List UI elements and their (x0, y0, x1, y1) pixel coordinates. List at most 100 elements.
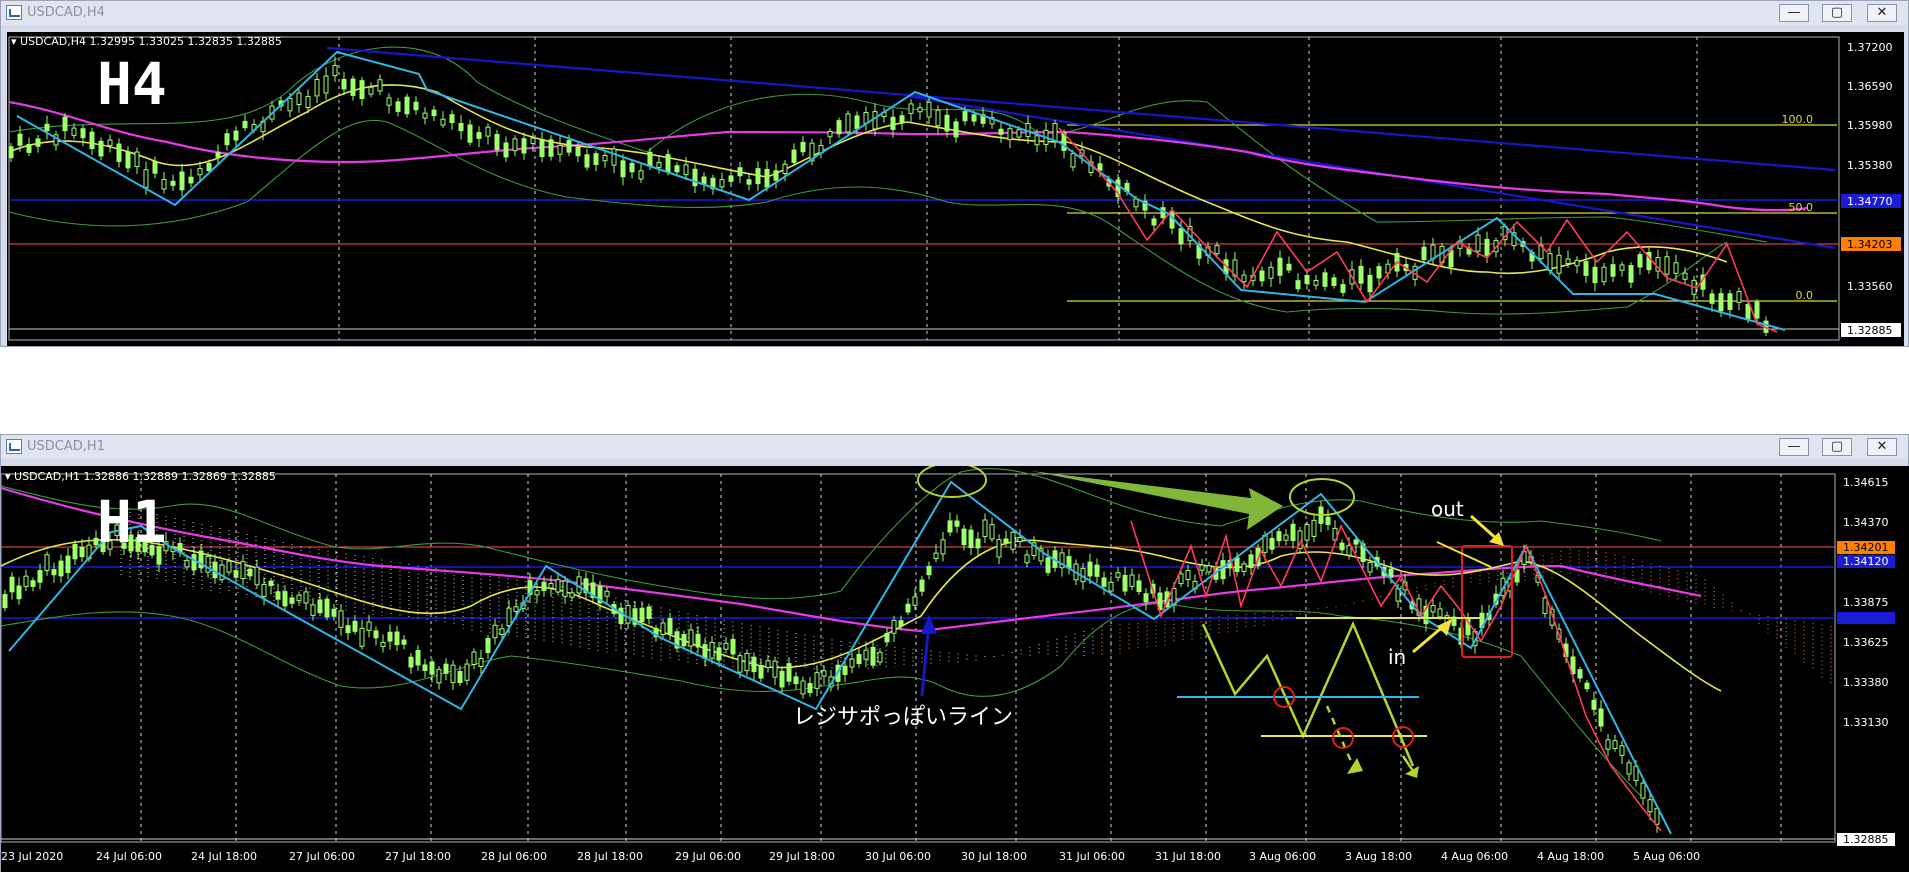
resistance-support-note: レジサポっぽいライン (793, 705, 1013, 730)
candle-body (373, 630, 379, 639)
candle-body (503, 142, 509, 158)
candle-body (30, 580, 36, 587)
h1-candles (2, 501, 1660, 833)
candle-body (1628, 265, 1634, 283)
candle-body (350, 78, 356, 96)
candle-body (1647, 799, 1653, 813)
candle-body (854, 115, 860, 129)
candle-body (998, 128, 1004, 135)
candle-body (8, 146, 14, 159)
candle-body (1101, 577, 1107, 587)
h1-chart-canvas[interactable]: out in レジサポっぽいライン H1 ▾ USDCAD,H1 1.32886… (0, 462, 1909, 872)
candle-body (467, 124, 473, 143)
h1-price-tick: 1.33380 (1843, 676, 1889, 689)
h1-time-tick: 4 Aug 18:00 (1537, 850, 1604, 863)
candle-body (800, 680, 806, 695)
candle-body (539, 139, 545, 158)
candle-body (638, 170, 644, 180)
candle-body (492, 624, 498, 639)
candle-body (1612, 740, 1618, 750)
candle-body (51, 569, 57, 576)
h1-time-tick: 23 Jul 2020 (1, 850, 63, 863)
h1-time-tick: 27 Jul 18:00 (385, 850, 451, 863)
peak-ellipse-left (917, 462, 987, 498)
candle-body (530, 137, 536, 144)
candle-body (65, 555, 71, 573)
h4-price-tick: 1.33560 (1847, 280, 1893, 293)
candle-body (478, 657, 484, 667)
candle-body (9, 576, 15, 593)
candle-body (1045, 557, 1051, 573)
h1-price-tick: 1.34370 (1843, 516, 1889, 529)
h1-restore-button[interactable]: ▢ (1822, 438, 1852, 456)
candle-body (1682, 272, 1688, 280)
candle-body (584, 154, 590, 168)
candle-body (1108, 581, 1114, 592)
h1-close-button[interactable]: ✕ (1867, 438, 1897, 456)
h4-restore-button[interactable]: ▢ (1822, 4, 1852, 22)
candle-body (971, 114, 977, 122)
candle-body (188, 176, 194, 184)
chart-window-icon (6, 5, 22, 20)
candle-body (289, 597, 295, 604)
h4-close-button[interactable]: ✕ (1867, 4, 1897, 22)
candle-body (1311, 519, 1317, 537)
candle-body (261, 583, 267, 597)
candle-body (751, 656, 757, 673)
candle-body (1421, 246, 1427, 261)
candle-body (534, 590, 540, 596)
h4-ma-slow (8, 100, 1808, 212)
candle-body (58, 560, 64, 577)
candle-body (562, 580, 568, 597)
h4-chart-window: USDCAD,H4 — ▢ ✕ H4 ▾ USDCAD,H4 1.32995 1… (0, 0, 1909, 347)
candle-body (1277, 257, 1283, 276)
h4-titlebar[interactable]: USDCAD,H4 — ▢ ✕ (1, 1, 1908, 25)
candle-body (1178, 573, 1184, 585)
candle-body (79, 546, 85, 558)
candle-body (341, 78, 347, 90)
out-label: out (1431, 497, 1464, 521)
candle-body (296, 594, 302, 602)
candle-body (898, 620, 904, 627)
pattern-sketch (1201, 620, 1415, 767)
candle-body (1206, 565, 1212, 573)
candle-body (1286, 263, 1292, 271)
candle-body (618, 607, 624, 625)
h1-price-tick: 1.34201 (1843, 541, 1889, 554)
candle-body (143, 169, 149, 188)
candle-body (485, 126, 491, 137)
h1-price-axis[interactable]: 1.34615 1.34370 1.34201 1.34120 1.33875 … (1837, 476, 1895, 846)
candle-body (782, 163, 788, 175)
h4-plot-frame (8, 36, 1840, 341)
h1-chart-area[interactable]: out in レジサポっぽいライン H1 ▾ USDCAD,H1 1.32886… (0, 462, 1909, 872)
h4-fibo (1067, 124, 1837, 302)
candle-body (17, 133, 23, 146)
candle-body (575, 146, 581, 157)
candle-body (1619, 264, 1625, 271)
candle-body (870, 646, 876, 666)
candle-body (1637, 254, 1643, 268)
h4-minimize-button[interactable]: — (1779, 4, 1809, 22)
h4-price-axis[interactable]: 1.37200 1.36590 1.35980 1.35380 1.34770 … (1841, 41, 1901, 337)
candle-body (1346, 545, 1352, 556)
candle-body (513, 606, 519, 612)
h4-price-tick: 1.37200 (1847, 41, 1893, 54)
candle-body (44, 554, 50, 571)
candle-body (476, 132, 482, 139)
candle-body (323, 75, 329, 94)
candle-body (647, 151, 653, 167)
candle-body (1268, 266, 1274, 279)
h1-minimize-button[interactable]: — (1779, 438, 1809, 456)
h4-chart-area[interactable]: H4 ▾ USDCAD,H4 1.32995 1.33025 1.32835 1… (7, 32, 1904, 346)
h1-time-tick: 5 Aug 06:00 (1633, 850, 1700, 863)
candle-body (1339, 542, 1345, 551)
candle-body (807, 683, 813, 693)
candle-body (386, 97, 392, 106)
candle-body (849, 658, 855, 668)
h4-chart-canvas[interactable]: H4 ▾ USDCAD,H4 1.32995 1.33025 1.32835 1… (7, 32, 1904, 346)
h1-titlebar[interactable]: USDCAD,H1 — ▢ ✕ (1, 435, 1908, 459)
h1-time-axis[interactable]: 23 Jul 2020 24 Jul 06:00 24 Jul 18:00 27 Ju… (1, 850, 1700, 863)
candle-body (541, 581, 547, 592)
h1-window-title: USDCAD,H1 (27, 439, 105, 454)
candle-body (1591, 699, 1597, 710)
